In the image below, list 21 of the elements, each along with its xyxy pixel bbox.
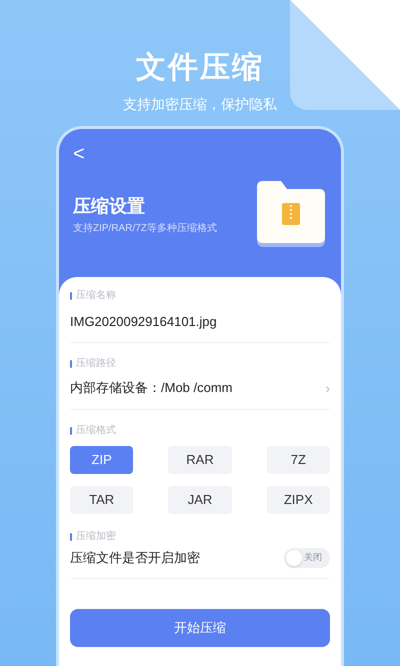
back-button[interactable]: < — [73, 143, 85, 165]
screen-title: 压缩设置 — [73, 195, 146, 218]
start-button[interactable]: 开始压缩 — [70, 609, 330, 647]
tagline: 支持加密压缩，保护隐私 — [123, 95, 277, 114]
file-name: IMG20200929164101.jpg — [70, 313, 330, 343]
section-label: 压缩格式 — [76, 426, 116, 436]
path-row[interactable]: 内部存储设备：/Mob /comm › — [70, 379, 330, 410]
encrypt-question: 压缩文件是否开启加密 — [70, 549, 200, 568]
format-option[interactable]: JAR — [168, 486, 232, 514]
screen-subtitle: 支持ZIP/RAR/7Z等多种压缩格式 — [73, 222, 218, 236]
headline: 文件压缩 — [136, 50, 264, 86]
format-option[interactable]: ZIPX — [266, 486, 330, 514]
chevron-icon: › — [325, 379, 330, 397]
section-label: 压缩加密 — [76, 532, 116, 542]
zip-folder-icon — [255, 181, 327, 247]
format-option[interactable]: TAR — [70, 486, 134, 514]
section-label: 压缩路径 — [76, 359, 116, 369]
section-label: 压缩名称 — [76, 291, 116, 301]
format-option[interactable]: ZIP — [70, 446, 134, 474]
format-option[interactable]: 7Z — [266, 446, 330, 474]
format-option[interactable]: RAR — [168, 446, 232, 474]
